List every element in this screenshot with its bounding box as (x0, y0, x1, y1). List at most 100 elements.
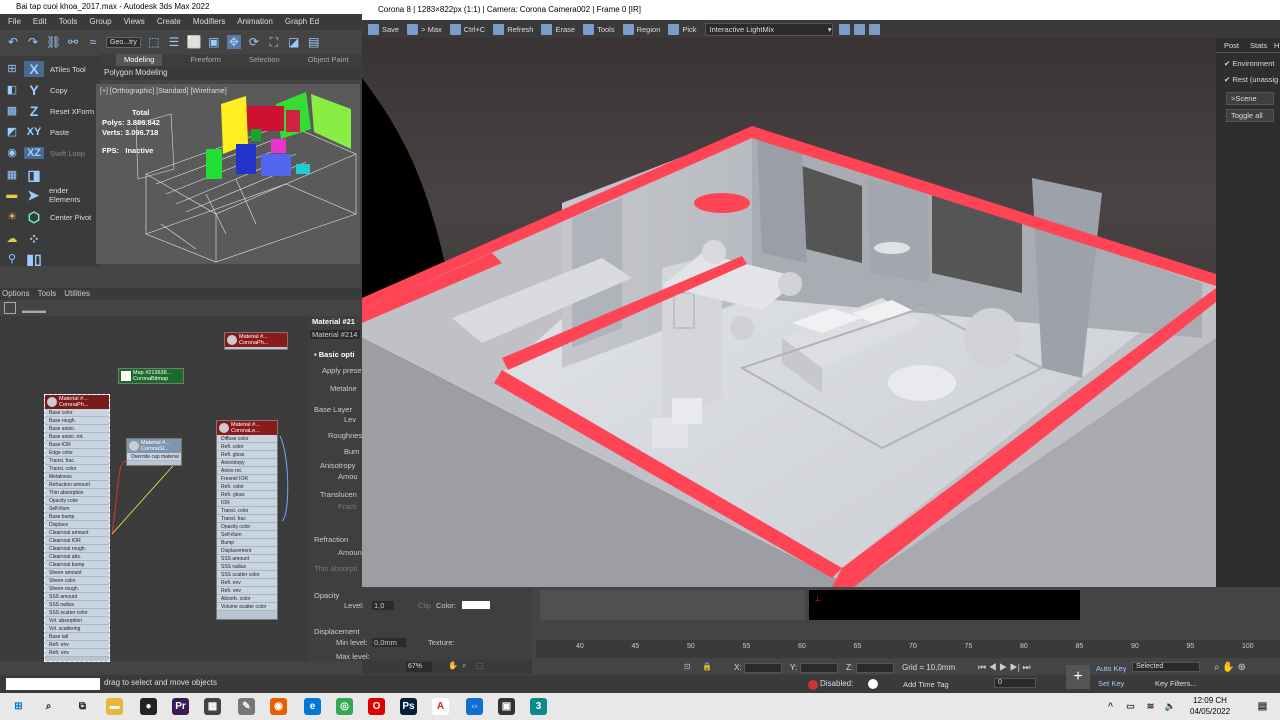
tool-row-paste[interactable]: ◩ XY Paste (0, 123, 100, 141)
zoom-fit-icon[interactable] (868, 23, 880, 35)
node-slot[interactable]: Refr. color (217, 483, 277, 491)
toggle-all-button[interactable]: Toggle all (1226, 109, 1274, 122)
menu-group[interactable]: Group (89, 14, 111, 30)
slate-node-view[interactable]: Material #... CoronaPh... Map #213638... C… (0, 316, 308, 662)
node-material-right[interactable]: Material #... CoronaLe... Diffuse color Re… (216, 420, 278, 620)
cursor-icon[interactable]: ➤ (24, 187, 43, 204)
node-slot[interactable]: Base bump (45, 513, 109, 521)
lightmix-dropdown[interactable]: Interactive LightMix ▾ (704, 22, 833, 36)
tray-chevron-icon[interactable]: ^ (1102, 698, 1119, 715)
network-icon[interactable]: ▭ (1122, 698, 1139, 715)
node-slot[interactable]: Clearcoat abs. (45, 553, 109, 561)
obs-icon[interactable]: ● (140, 698, 157, 715)
node-slot[interactable]: Base tail (45, 633, 109, 641)
absolute-mode-icon[interactable]: ⊡ (684, 662, 691, 671)
z-field[interactable] (856, 663, 894, 673)
auto-key-button[interactable]: Auto Key (1096, 664, 1126, 673)
node-slot[interactable]: Thin absorption (45, 489, 109, 497)
menu-animation[interactable]: Animation (237, 14, 273, 30)
teamviewer-icon[interactable]: ⇔ (466, 698, 483, 715)
node-slot[interactable]: Opacity color (217, 523, 277, 531)
redo-icon[interactable]: ↷ (26, 35, 40, 49)
lock-icon[interactable]: 🔒 (702, 662, 712, 671)
add-time-tag-button[interactable]: Add Time Tag (903, 680, 949, 689)
move-icon[interactable]: ✥ (226, 35, 241, 49)
rest-checkbox[interactable]: ✔ Rest (unassig (1224, 75, 1278, 84)
window-cross-icon[interactable]: ▣ (207, 35, 221, 49)
wifi-icon[interactable]: ≋ (1142, 698, 1159, 715)
photoshop-icon[interactable]: Ps (400, 698, 417, 715)
ribbon-tab-modeling[interactable]: Modeling (116, 54, 163, 66)
select-icon[interactable]: ⬚ (147, 35, 161, 49)
tool-row-swift-loop[interactable]: ◉ XZ Swift Loop (0, 144, 100, 162)
3dsmax-icon[interactable]: 3 (530, 698, 547, 715)
node-slot[interactable]: Transl. frac. (45, 457, 109, 465)
node-slot[interactable]: Refl. gloss (217, 451, 277, 459)
node-slot[interactable]: SSS radius (45, 601, 109, 609)
view-icon[interactable]: ▤ (307, 35, 321, 49)
task-view-icon[interactable]: ⧉ (74, 698, 91, 715)
node-slot[interactable]: Absorb. color (217, 595, 277, 603)
tool-row-copy[interactable]: ◧ Y Copy (0, 81, 100, 99)
opacity-color-swatch[interactable] (462, 601, 490, 609)
node-slot[interactable]: Self-illum (217, 531, 277, 539)
node-slot[interactable]: Refr. gloss (217, 491, 277, 499)
node-slot[interactable]: Bump (217, 539, 277, 547)
tool-row-extra[interactable]: ☁ ⁘ (0, 230, 100, 248)
scale-icon[interactable]: ⛶ (267, 35, 281, 49)
node-slot[interactable]: Volume scatter color (217, 603, 277, 611)
node-slot[interactable]: Base aniso. (45, 425, 109, 433)
selection-filter[interactable]: Geo...try (106, 36, 141, 48)
min-level-field[interactable]: 0,0mm (372, 638, 406, 647)
brush-icon[interactable]: ✎ (238, 698, 255, 715)
node-slot[interactable]: Self-illum (45, 505, 109, 513)
node-slot[interactable]: SSS radius (217, 563, 277, 571)
node-slot[interactable]: Clearcoat bump (45, 561, 109, 569)
node-slot[interactable]: Refl. env (45, 641, 109, 649)
tool-row-extra2[interactable]: ⚲ ▮▯ (0, 250, 100, 268)
firefox-icon[interactable]: ◉ (270, 698, 287, 715)
vfb-to-max-button[interactable]: > Max (407, 23, 442, 35)
undo-icon[interactable]: ↶ (6, 35, 20, 49)
node-slot[interactable]: Sheen amount (45, 569, 109, 577)
render-image[interactable] (362, 38, 1216, 587)
placement-icon[interactable]: ◪ (287, 35, 301, 49)
zoom-icon[interactable]: ⌕ (462, 661, 466, 671)
axis-z-icon[interactable]: Z (24, 103, 44, 119)
viewport-nav-icons[interactable]: ⌕ ✋ ⊕ (1214, 662, 1246, 673)
node-slot[interactable]: Base rough. (45, 417, 109, 425)
node-slot[interactable]: Transl. frac (217, 515, 277, 523)
opera-icon[interactable]: O (368, 698, 385, 715)
selected-dropdown[interactable]: Selected (1132, 662, 1200, 672)
node-slot[interactable]: Refr. env (45, 649, 109, 657)
node-slot[interactable]: Displacement (217, 547, 277, 555)
menu-graph-editors[interactable]: Graph Ed (285, 14, 319, 30)
node-slot[interactable]: Refl. color (217, 443, 277, 451)
menu-edit[interactable]: Edit (33, 14, 47, 30)
node-slot[interactable]: Vol. scattering (45, 625, 109, 633)
node-material-top[interactable]: Material #... CoronaPh... (224, 332, 288, 350)
node-slot[interactable]: Refl. env (217, 579, 277, 587)
wireframe-scene[interactable] (136, 84, 360, 264)
playback-controls-icon[interactable]: ⏮ ◀ ▶ ▶| ⏭ (978, 662, 1031, 673)
node-slot[interactable]: SSS scatter color (45, 609, 109, 617)
axis-xz-icon[interactable]: XZ (24, 147, 44, 159)
node-slot[interactable]: Aniso rot. (217, 467, 277, 475)
node-slot[interactable]: Displace (45, 521, 109, 529)
mini-viewport[interactable] (540, 590, 805, 620)
zoom-out-icon[interactable] (853, 23, 865, 35)
opacity-level-field[interactable]: 1,0 (372, 601, 394, 610)
volume-icon[interactable]: 🔈 (1162, 698, 1179, 715)
pivot-icon[interactable]: ⬡ (24, 209, 44, 226)
node-slot[interactable]: SSS amount (217, 555, 277, 563)
menu-create[interactable]: Create (157, 14, 181, 30)
orthographic-viewport[interactable]: [+] [Orthographic] [Standard] [Wireframe… (96, 84, 360, 264)
menu-file[interactable]: File (8, 14, 21, 30)
tab-tools[interactable]: Tools (38, 288, 57, 300)
node-slot[interactable]: Edge color (45, 449, 109, 457)
tool-row-atiles[interactable]: ⊞ X ATiles Tool (0, 60, 100, 78)
node-slot[interactable]: Sheen rough. (45, 585, 109, 593)
node-slot[interactable]: Transl. color (217, 507, 277, 515)
chrome-icon[interactable]: ◎ (336, 698, 353, 715)
vfb-pick-button[interactable]: Pick (668, 23, 697, 35)
